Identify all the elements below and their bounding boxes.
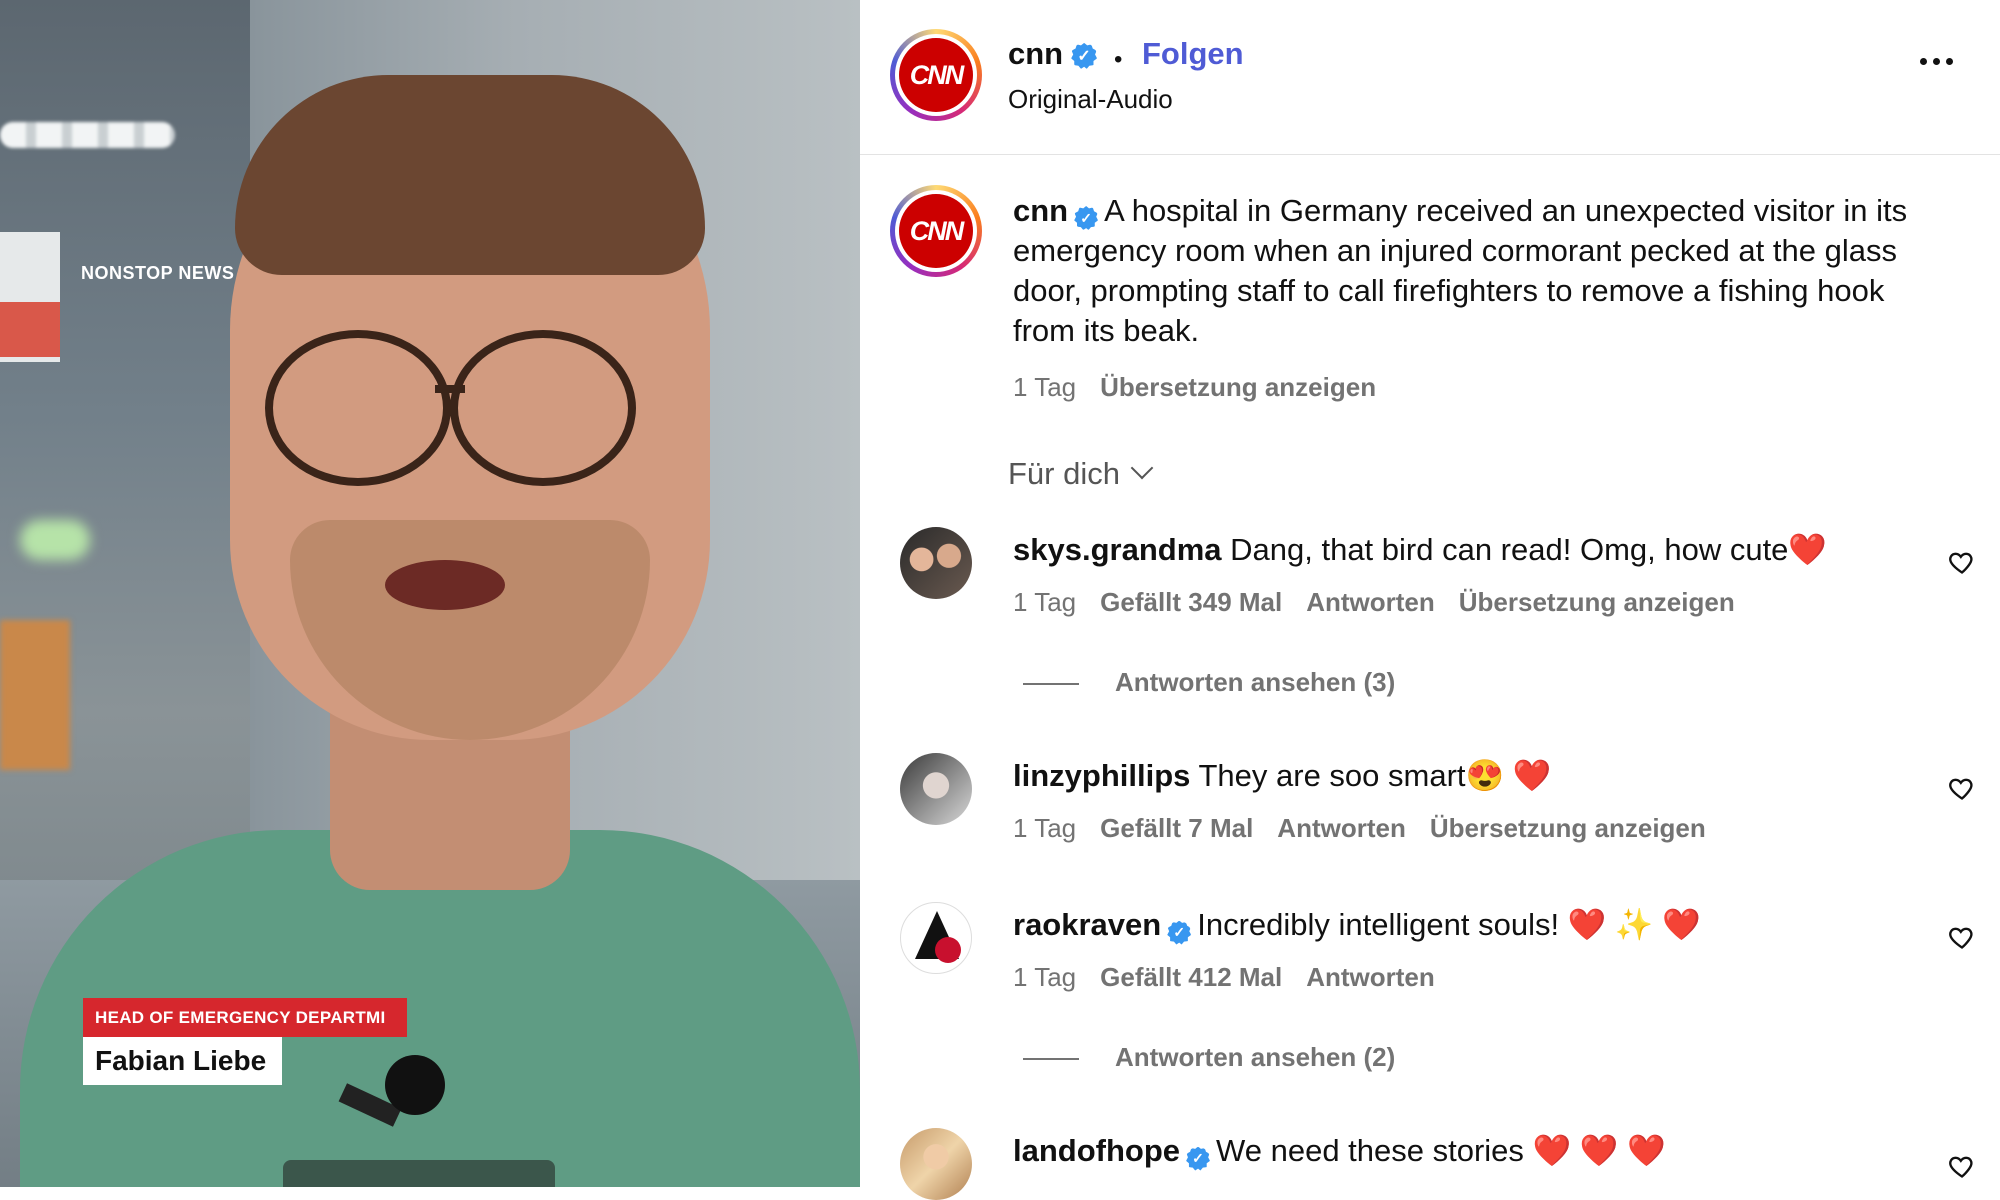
glasses-bridge [435, 385, 465, 393]
caption-username[interactable]: cnn [1013, 193, 1068, 228]
comment-text: We need these stories ❤️ ❤️ ❤️ [1216, 1133, 1666, 1168]
view-replies-button[interactable]: Antworten ansehen (2) [1023, 1042, 1395, 1073]
view-replies-label: Antworten ansehen (2) [1115, 1042, 1396, 1072]
commenter-avatar[interactable] [900, 902, 972, 974]
glasses-left-lens [265, 330, 451, 486]
audio-link[interactable]: Original-Audio [1008, 84, 1173, 115]
comment-meta: 1 Tag Gefällt 412 Mal Antworten [1013, 962, 1459, 993]
reply-button[interactable]: Antworten [1306, 587, 1435, 617]
like-heart-icon[interactable] [1948, 548, 1976, 576]
comment-text: Incredibly intelligent souls! ❤️ ✨ ❤️ [1197, 907, 1701, 942]
comment-username[interactable]: linzyphillips [1013, 758, 1190, 793]
subtitle-pill [283, 1160, 555, 1187]
background-door [0, 620, 70, 770]
header-username-text[interactable]: cnn [1008, 36, 1063, 71]
header-username[interactable]: cnn ✓ [1008, 36, 1098, 72]
glasses-right-lens [450, 330, 636, 486]
lower-third-title: HEAD OF EMERGENCY DEPARTMI [83, 998, 407, 1037]
cnn-logo-icon: CNN [899, 38, 973, 112]
comment-likes[interactable]: Gefällt 412 Mal [1100, 962, 1282, 992]
comment-likes[interactable]: Gefällt 349 Mal [1100, 587, 1282, 617]
comment-meta: 1 Tag Gefällt 349 Mal Antworten Übersetzung… [1013, 587, 1759, 618]
caption-translate-link[interactable]: Übersetzung anzeigen [1100, 372, 1376, 402]
like-heart-icon[interactable] [1948, 923, 1976, 951]
more-options-icon[interactable] [1920, 58, 1953, 65]
post-caption: cnn ✓ A hospital in Germany received an un… [1013, 191, 1953, 351]
caption-time[interactable]: 1 Tag [1013, 372, 1076, 402]
reply-button[interactable]: Antworten [1306, 962, 1435, 992]
like-heart-icon[interactable] [1948, 774, 1976, 802]
header-avatar[interactable]: CNN [890, 29, 982, 121]
divider-line [1023, 1058, 1079, 1061]
lower-third-name: Fabian Liebe [83, 1037, 282, 1085]
verified-badge-icon: ✓ [1167, 920, 1192, 945]
person-mouth [385, 560, 505, 610]
channel-tag: NONSTOP NEWS [81, 263, 235, 283]
caption-avatar[interactable]: CNN [890, 185, 982, 277]
comment-text: Dang, that bird can read! Omg, how cute❤… [1230, 532, 1828, 567]
comment-username[interactable]: landofhope [1013, 1133, 1180, 1168]
background-light [20, 520, 90, 560]
follow-button[interactable]: Folgen [1142, 36, 1244, 72]
comment-username[interactable]: skys.grandma [1013, 532, 1222, 567]
translate-link[interactable]: Übersetzung anzeigen [1459, 587, 1735, 617]
comment-sort-label: Für dich [1008, 456, 1120, 491]
comment-time[interactable]: 1 Tag [1013, 813, 1076, 843]
comment-username[interactable]: raokraven [1013, 907, 1161, 942]
comment-body: raokraven ✓ Incredibly intelligent souls! … [1013, 906, 1701, 945]
post-header: CNN cnn ✓ • Folgen Original-Audio [860, 0, 2000, 155]
caption-text: A hospital in Germany received an unexpe… [1013, 193, 1908, 348]
chevron-down-icon [1130, 456, 1154, 480]
commenter-avatar[interactable] [900, 527, 972, 599]
comment-sort-dropdown[interactable]: Für dich [1008, 456, 1154, 492]
video-player[interactable]: NONSTOP NEWS HEAD OF EMERGENCY DEPARTMI … [0, 0, 860, 1187]
comment-body: landofhope ✓ We need these stories ❤️ ❤️ ❤… [1013, 1132, 1666, 1171]
person-hair [235, 75, 705, 275]
commenter-avatar[interactable] [900, 753, 972, 825]
lower-third: HEAD OF EMERGENCY DEPARTMI Fabian Liebe [83, 998, 407, 1085]
comment-likes[interactable]: Gefällt 7 Mal [1100, 813, 1253, 843]
like-heart-icon[interactable] [1948, 1152, 1976, 1180]
comment-body: skys.grandma Dang, that bird can read! O… [1013, 531, 1827, 568]
cnn-logo-icon: CNN [899, 194, 973, 268]
comment-text: They are soo smart😍 ❤️ [1198, 758, 1552, 793]
caption-meta: 1 Tag Übersetzung anzeigen [1013, 372, 1400, 403]
reply-button[interactable]: Antworten [1277, 813, 1406, 843]
comment-body: linzyphillips They are soo smart😍 ❤️ [1013, 757, 1551, 794]
view-replies-button[interactable]: Antworten ansehen (3) [1023, 667, 1395, 698]
divider-line [1023, 683, 1079, 686]
verified-badge-icon: ✓ [1071, 42, 1098, 69]
view-replies-label: Antworten ansehen (3) [1115, 667, 1396, 697]
background-sign [0, 232, 60, 362]
verified-badge-icon: ✓ [1186, 1146, 1211, 1171]
comment-meta: 1 Tag Gefällt 7 Mal Antworten Übersetzung a… [1013, 813, 1730, 844]
header-separator: • [1114, 46, 1123, 73]
commenter-avatar[interactable] [900, 1128, 972, 1200]
verified-badge-icon: ✓ [1074, 206, 1099, 230]
comments-panel: CNN cnn ✓ • Folgen Original-Audio CNN cnn… [860, 0, 2000, 1200]
translate-link[interactable]: Übersetzung anzeigen [1430, 813, 1706, 843]
comment-time[interactable]: 1 Tag [1013, 962, 1076, 992]
ceiling-lights [0, 122, 175, 148]
comment-time[interactable]: 1 Tag [1013, 587, 1076, 617]
